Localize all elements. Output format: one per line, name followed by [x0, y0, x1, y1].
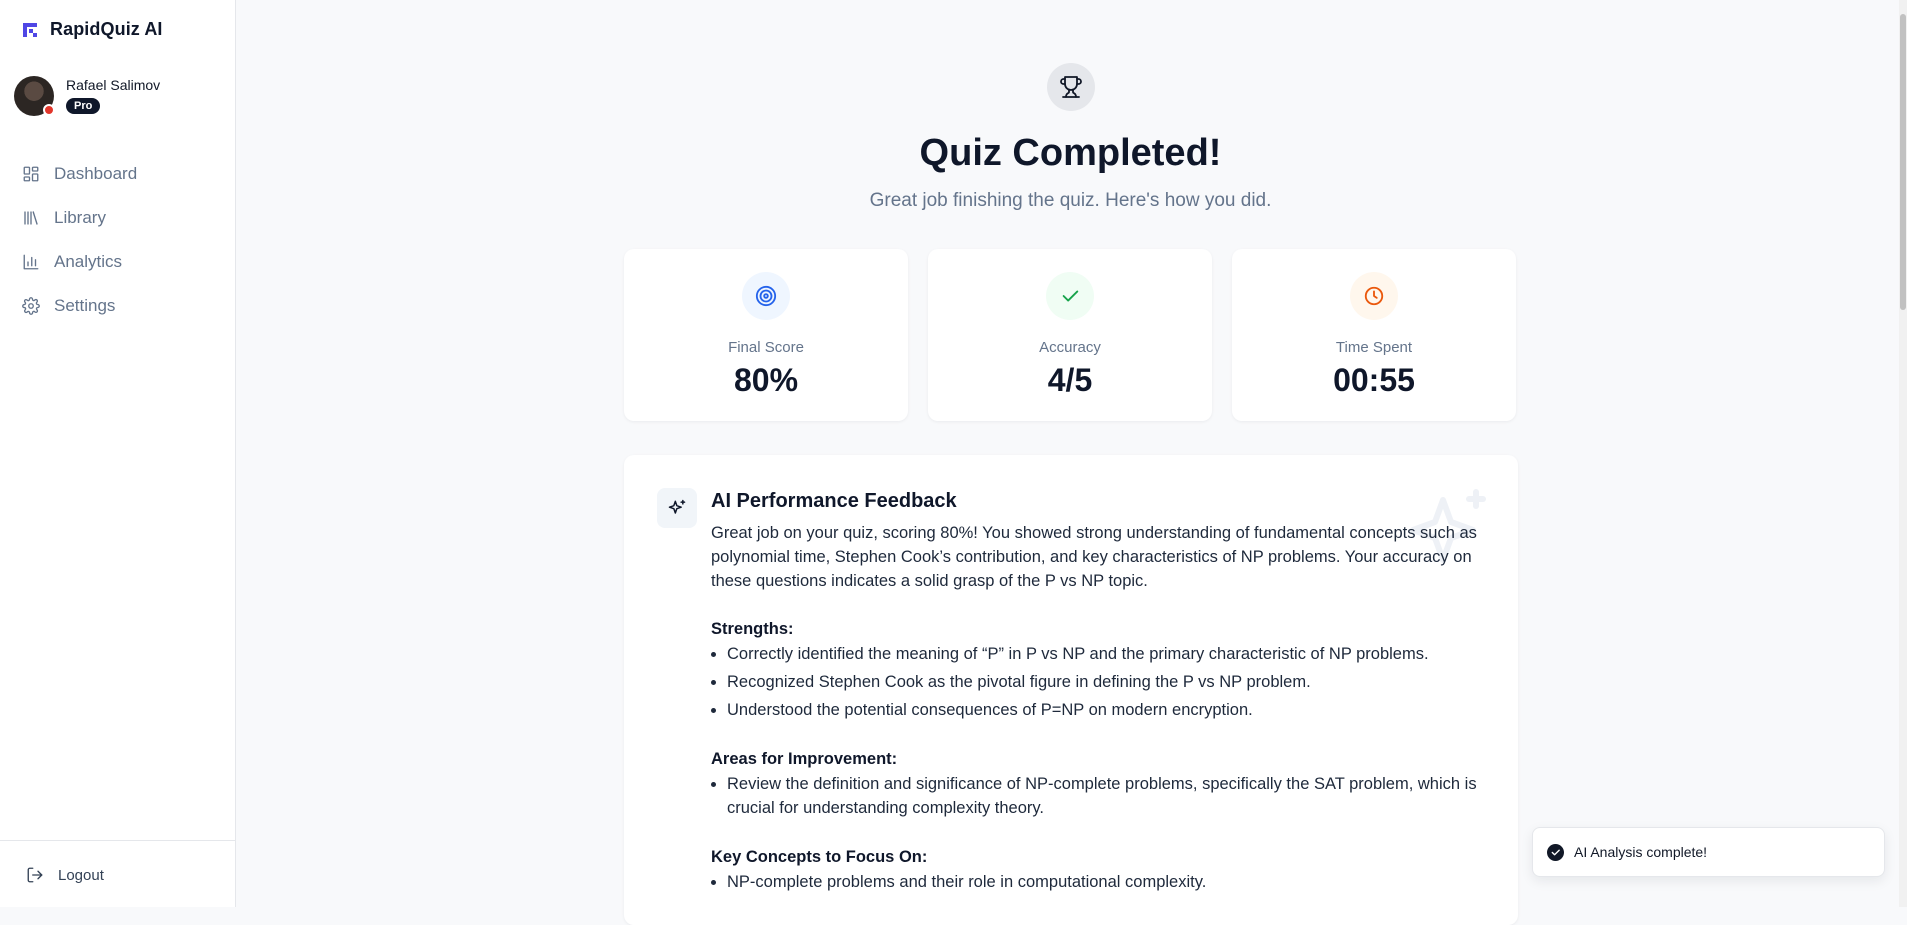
- sidebar-item-settings[interactable]: Settings: [22, 284, 222, 328]
- gear-icon: [22, 297, 40, 315]
- feedback-intro: Great job on your quiz, scoring 80%! You…: [711, 524, 1477, 590]
- brand-name: RapidQuiz AI: [50, 19, 163, 39]
- feedback-body: AI Performance Feedback Great job on you…: [711, 488, 1491, 919]
- stat-card-time-spent: Time Spent 00:55: [1232, 249, 1516, 421]
- avatar-status-dot: [43, 104, 55, 116]
- sparkles-icon: [657, 488, 697, 528]
- sidebar-nav: Dashboard Library Analytics Settings: [22, 152, 222, 328]
- clock-icon: [1364, 286, 1384, 306]
- sidebar-item-analytics[interactable]: Analytics: [22, 240, 222, 284]
- sidebar-item-label: Analytics: [54, 252, 123, 271]
- brand-logo-icon: [23, 22, 37, 37]
- page-subtitle: Great job finishing the quiz. Here's how…: [869, 190, 1272, 211]
- brand[interactable]: RapidQuiz AI: [22, 19, 163, 40]
- bar-chart-icon: [23, 254, 39, 270]
- sidebar-divider: [0, 840, 235, 841]
- improvement-heading: Areas for Improvement:: [711, 750, 898, 768]
- logout-icon: [27, 867, 43, 883]
- scrollbar-thumb[interactable]: [1900, 14, 1906, 310]
- plan-badge: Pro: [66, 98, 101, 114]
- stat-value: 00:55: [1333, 362, 1415, 398]
- stat-icon-wrapper: [742, 272, 790, 320]
- trophy-icon: [1060, 76, 1082, 98]
- check-circle-icon: [1547, 843, 1564, 861]
- user-name: Rafael Salimov: [66, 77, 161, 93]
- toast-notification[interactable]: AI Analysis complete!: [1532, 827, 1885, 877]
- stat-label: Final Score: [728, 339, 804, 356]
- stat-label: Accuracy: [1039, 339, 1101, 356]
- logout-button[interactable]: Logout: [26, 866, 104, 884]
- list-item: Review the definition and significance o…: [727, 772, 1491, 820]
- list-item: NP-complete problems and their role in c…: [727, 870, 1491, 894]
- sidebar-item-label: Settings: [54, 296, 116, 315]
- stat-icon-wrapper: [1350, 272, 1398, 320]
- focus-list: NP-complete problems and their role in c…: [711, 870, 1491, 894]
- stat-card-accuracy: Accuracy 4/5: [928, 249, 1212, 421]
- ai-feedback-card: AI Performance Feedback Great job on you…: [624, 455, 1518, 925]
- avatar: [14, 76, 55, 116]
- user-profile[interactable]: Rafael Salimov Pro: [14, 76, 160, 116]
- stat-icon-wrapper: [1046, 272, 1094, 320]
- page-title: Quiz Completed!: [919, 132, 1222, 174]
- trophy-badge: [1047, 63, 1095, 111]
- stat-value: 80%: [733, 362, 799, 398]
- logout-label: Logout: [58, 866, 104, 884]
- check-icon: [1062, 290, 1079, 302]
- target-icon: [755, 285, 777, 307]
- list-item: Understood the potential consequences of…: [727, 698, 1491, 722]
- improvement-list: Review the definition and significance o…: [711, 772, 1491, 820]
- stat-card-final-score: Final Score 80%: [624, 249, 908, 421]
- strengths-list: Correctly identified the meaning of “P” …: [711, 642, 1491, 722]
- focus-heading: Key Concepts to Focus On:: [711, 848, 928, 866]
- toast-message: AI Analysis complete!: [1574, 844, 1708, 860]
- page-scrollbar[interactable]: [1899, 0, 1907, 907]
- strengths-heading: Strengths:: [711, 620, 794, 638]
- list-item: Recognized Stephen Cook as the pivotal f…: [727, 670, 1491, 694]
- stat-label: Time Spent: [1335, 339, 1413, 356]
- stat-value: 4/5: [1047, 362, 1093, 398]
- feedback-title: AI Performance Feedback: [711, 490, 957, 512]
- list-item: Correctly identified the meaning of “P” …: [727, 642, 1491, 666]
